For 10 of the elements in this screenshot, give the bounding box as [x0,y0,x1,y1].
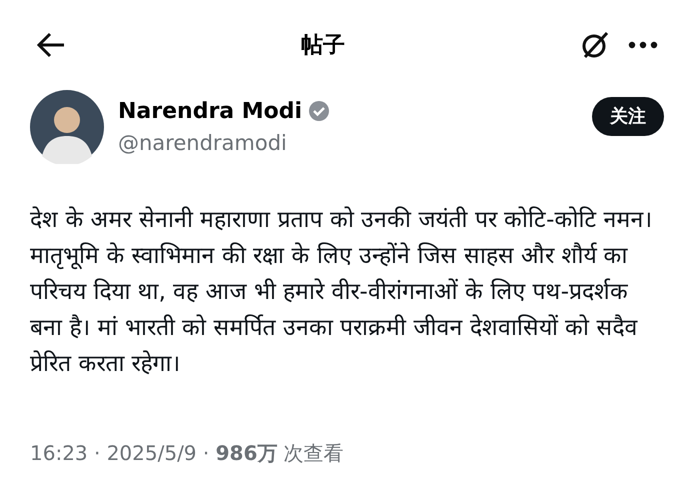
post-meta: 16:23 · 2025/5/9 · 986万 次查看 [29,440,345,467]
author-name[interactable]: Narendra Modi [118,94,302,128]
follow-button[interactable]: 关注 [592,96,664,136]
page-title: 帖子 [301,32,345,60]
avatar[interactable] [30,90,104,164]
back-icon[interactable] [36,32,66,58]
slashed-circle-icon[interactable] [580,30,610,60]
post-text: देश के अमर सेनानी महाराणा प्रताप को उनकी जयंती पर कोटि-कोटि नमन। मातृभूमि के स्वाभिमान की रक्षा के लिए उन्होंने जिस साहस और शौर्य का परिचय दिया था, वह आज भी हमारे वीर-वीरांगनाओं के लिए पथ-प्रदर्शक बना है। मां भारती को समर्पित उनका पराक्रमी जीवन देशवासियों को सदैव प्रेरित करता रहेगा। [29,205,654,379]
more-icon[interactable] [628,41,658,49]
author-handle: @narendramodi [118,130,288,157]
